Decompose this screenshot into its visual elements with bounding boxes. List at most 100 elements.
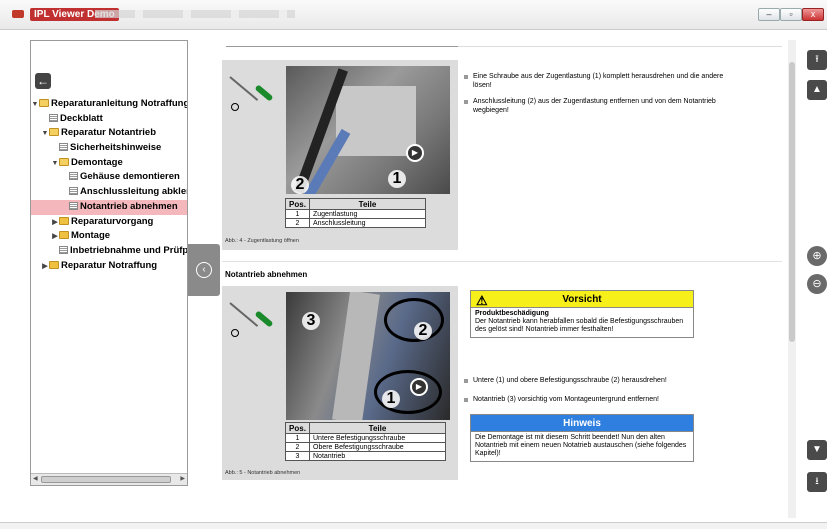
hint-box: Hinweis Die Demontage ist mit diesem Sch…	[470, 414, 694, 462]
callout-label: 1	[388, 170, 406, 188]
figure-caption: Abb.: 5 - Notantrieb abnehmen	[225, 470, 301, 476]
right-toolbar: ⭱ ▲ ⊕ ⊖ ▼ ⭳	[801, 38, 827, 524]
warning-heading: Produktbeschädigung	[475, 310, 549, 317]
toc-tree: ▼ Reparaturanleitung Notraffung Deckblatt ▼…	[31, 97, 188, 275]
instruction-list: Untere (1) und obere Befestigungsschraub…	[464, 376, 724, 411]
list-item: Notantrieb (3) vorsichtig vom Montageunt…	[464, 395, 724, 404]
expand-down-icon[interactable]: ▼	[51, 157, 59, 172]
expand-down-icon[interactable]: ▼	[41, 127, 49, 142]
list-item: Eine Schraube aus der Zugentlastung (1) …	[464, 72, 724, 90]
folder-icon	[49, 128, 59, 137]
tree-item-label: Notantrieb abnehmen	[80, 200, 178, 212]
hint-title: Hinweis	[471, 415, 693, 432]
tree-item-label: Inbetriebnahme und Prüfprotokoll	[70, 244, 188, 256]
app-icon	[12, 10, 24, 18]
list-item: Anschlussleitung (2) aus der Zugentlastu…	[464, 97, 724, 115]
divider	[226, 46, 458, 47]
warning-title: Vorsicht	[562, 294, 602, 305]
tree-item[interactable]: Anschlussleitung abklemmen	[31, 185, 187, 200]
folder-icon	[59, 216, 69, 225]
page-icon	[59, 245, 68, 254]
vertical-scrollbar[interactable]	[788, 40, 796, 518]
folder-icon	[39, 99, 49, 107]
tree-item[interactable]: ▼ Reparaturanleitung Notraffung	[31, 97, 188, 113]
play-icon[interactable]: ▶	[410, 378, 428, 396]
next-page-button[interactable]: ▼	[807, 440, 827, 460]
chevron-left-icon: ‹	[196, 262, 212, 278]
tree-item[interactable]: ▼ Reparatur Notantrieb	[31, 126, 187, 142]
navigation-panel: ← ▼ Reparaturanleitung Notraffung Deckblat…	[30, 40, 188, 486]
horizontal-scrollbar[interactable]: ◀ ▶	[31, 473, 187, 485]
tree-item[interactable]: Inbetriebnahme und Prüfprotokoll	[31, 244, 188, 259]
title-bar: IPL Viewer Demo – ▫ x	[0, 0, 827, 30]
tree-item-label: Demontage	[71, 156, 123, 168]
document-view: ▶ 1 2 Pos. Teile 1 Zugentlastung 2 Anschlus…	[222, 38, 782, 518]
first-page-button[interactable]: ⭱	[807, 50, 827, 70]
tree-item[interactable]: Sicherheitshinweise	[31, 141, 187, 156]
tree-item[interactable]: ▼ Demontage	[31, 156, 187, 172]
expand-right-icon[interactable]: ▶	[51, 216, 59, 231]
table-header-parts: Teile	[309, 422, 446, 434]
figure-caption: Abb.: 4 - Zugentlastung öffnen	[225, 238, 299, 244]
expand-down-icon[interactable]: ▼	[31, 98, 39, 113]
tree-item[interactable]: ▶ Reparatur Notraffung	[31, 259, 187, 275]
folder-icon	[59, 231, 69, 240]
page-icon	[69, 187, 78, 196]
divider	[458, 46, 782, 47]
tree-item[interactable]: Deckblatt	[31, 112, 187, 127]
list-item: Untere (1) und obere Befestigungsschraub…	[464, 376, 724, 385]
tree-item[interactable]: Gehäuse demontieren	[31, 170, 187, 185]
maximize-button[interactable]: ▫	[780, 8, 802, 21]
table-header-pos: Pos.	[285, 198, 310, 210]
figure-photo: ▶ 1 2	[286, 66, 450, 194]
title-tabs	[95, 10, 295, 18]
tree-item-label: Reparaturanleitung Notraffung	[51, 98, 188, 109]
table-row: 1 Untere Befestigungsschraube	[285, 433, 446, 443]
figure-panel: ▶ 3 2 1 Pos. Teile 1 Untere Befestigungssc…	[222, 286, 458, 480]
table-row: 2 Anschlussleitung	[285, 218, 426, 228]
expand-right-icon[interactable]: ▶	[41, 260, 49, 275]
scroll-left-icon[interactable]: ◀	[33, 475, 38, 482]
torque-icon	[231, 103, 239, 111]
page-icon	[69, 201, 78, 210]
collapse-panel-button[interactable]: ‹	[188, 244, 220, 296]
warning-box: ⚠ Vorsicht Produktbeschädigung Der Notant…	[470, 290, 694, 338]
tree-item-label: Gehäuse demontieren	[80, 171, 180, 183]
previous-page-button[interactable]: ▲	[807, 80, 827, 100]
close-button[interactable]: x	[802, 8, 824, 21]
table-row: 3 Notantrieb	[285, 451, 446, 461]
tree-item[interactable]: ▶ Reparaturvorgang	[31, 215, 187, 231]
last-page-button[interactable]: ⭳	[807, 472, 827, 492]
scroll-right-icon[interactable]: ▶	[180, 475, 185, 482]
tree-item[interactable]: Notantrieb abnehmen	[31, 199, 187, 215]
tree-item[interactable]: ▶ Montage	[31, 229, 187, 245]
table-row: 1 Zugentlastung	[285, 209, 426, 219]
callout-label: 2	[291, 176, 309, 194]
section-title: Notantrieb abnehmen	[225, 270, 308, 279]
play-icon[interactable]: ▶	[406, 144, 424, 162]
page-icon	[59, 143, 68, 152]
page-icon	[49, 113, 58, 122]
tree-item-label: Deckblatt	[60, 112, 103, 124]
expand-right-icon[interactable]: ▶	[51, 230, 59, 245]
tree-item-label: Sicherheitshinweise	[70, 142, 162, 154]
table-header-pos: Pos.	[285, 422, 310, 434]
page-icon	[69, 172, 78, 181]
figure-panel: ▶ 1 2 Pos. Teile 1 Zugentlastung 2 Anschlus…	[222, 60, 458, 250]
divider	[222, 261, 782, 262]
folder-icon	[59, 157, 69, 166]
figure-photo: ▶ 3 2 1	[286, 292, 450, 420]
callout-label: 3	[302, 312, 320, 330]
back-arrow-icon[interactable]: ←	[35, 73, 51, 89]
tree-item-label: Reparatur Notantrieb	[61, 127, 157, 139]
minimize-button[interactable]: –	[758, 8, 780, 21]
warning-triangle-icon: ⚠	[476, 293, 488, 308]
folder-icon	[49, 260, 59, 269]
scrollbar-thumb[interactable]	[41, 476, 171, 483]
callout-label: 2	[414, 322, 432, 340]
zoom-in-button[interactable]: ⊕	[807, 246, 827, 266]
scrollbar-thumb[interactable]	[789, 62, 795, 342]
zoom-out-button[interactable]: ⊖	[807, 274, 827, 294]
instruction-list: Eine Schraube aus der Zugentlastung (1) …	[464, 72, 724, 122]
tree-item-label: Anschlussleitung abklemmen	[80, 186, 187, 198]
